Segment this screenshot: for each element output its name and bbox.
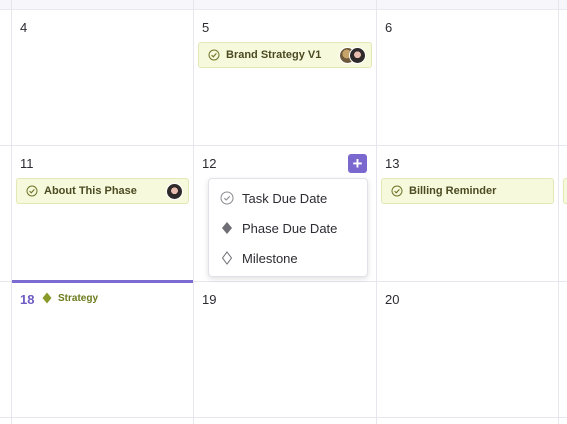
week-header-strip: [0, 0, 567, 10]
day-number-11: 11: [20, 156, 34, 171]
check-circle-icon: [220, 191, 234, 205]
today-indicator: [12, 280, 193, 283]
phase-strategy[interactable]: Strategy: [42, 292, 98, 304]
diamond-outline-icon: [221, 251, 233, 265]
day-number-20: 20: [385, 292, 400, 307]
grid-line: [376, 0, 377, 424]
menu-item-milestone[interactable]: Milestone: [209, 243, 367, 273]
check-circle-icon: [26, 185, 38, 197]
add-item-button[interactable]: +: [348, 154, 367, 173]
grid-line: [0, 417, 567, 418]
check-circle-icon: [208, 49, 220, 61]
event-next-column[interactable]: [563, 178, 567, 204]
menu-item-label: Task Due Date: [242, 190, 328, 206]
event-title: About This Phase: [44, 185, 137, 197]
menu-item-phase-due-date[interactable]: Phase Due Date: [209, 213, 367, 243]
assignee-avatars: [166, 183, 183, 200]
menu-item-label: Milestone: [242, 250, 298, 266]
grid-line: [0, 145, 567, 146]
avatar: [349, 47, 366, 64]
menu-item-label: Phase Due Date: [242, 220, 338, 236]
diamond-filled-icon: [222, 222, 232, 234]
grid-line: [11, 0, 12, 424]
day-number-6: 6: [385, 20, 393, 35]
event-brand-strategy[interactable]: Brand Strategy V1: [198, 42, 372, 68]
check-circle-icon: [391, 185, 403, 197]
phase-label: Strategy: [58, 292, 99, 304]
day-number-4: 4: [20, 20, 28, 35]
menu-item-task-due-date[interactable]: Task Due Date: [209, 183, 367, 213]
day-number-18-today: 18: [20, 292, 35, 307]
day-number-13: 13: [385, 156, 400, 171]
event-about-this-phase[interactable]: About This Phase: [16, 178, 189, 204]
assignee-avatars: [339, 47, 366, 64]
day-number-5: 5: [202, 20, 210, 35]
event-title: Brand Strategy V1: [226, 49, 322, 61]
diamond-filled-icon: [42, 292, 52, 304]
event-title: Billing Reminder: [409, 185, 497, 197]
avatar: [166, 183, 183, 200]
day-number-19: 19: [202, 292, 217, 307]
grid-line: [558, 0, 559, 424]
grid-line: [193, 0, 194, 424]
event-billing-reminder[interactable]: Billing Reminder: [381, 178, 554, 204]
add-item-menu: Task Due Date Phase Due Date Milestone: [208, 178, 368, 277]
day-number-12: 12: [202, 156, 217, 171]
